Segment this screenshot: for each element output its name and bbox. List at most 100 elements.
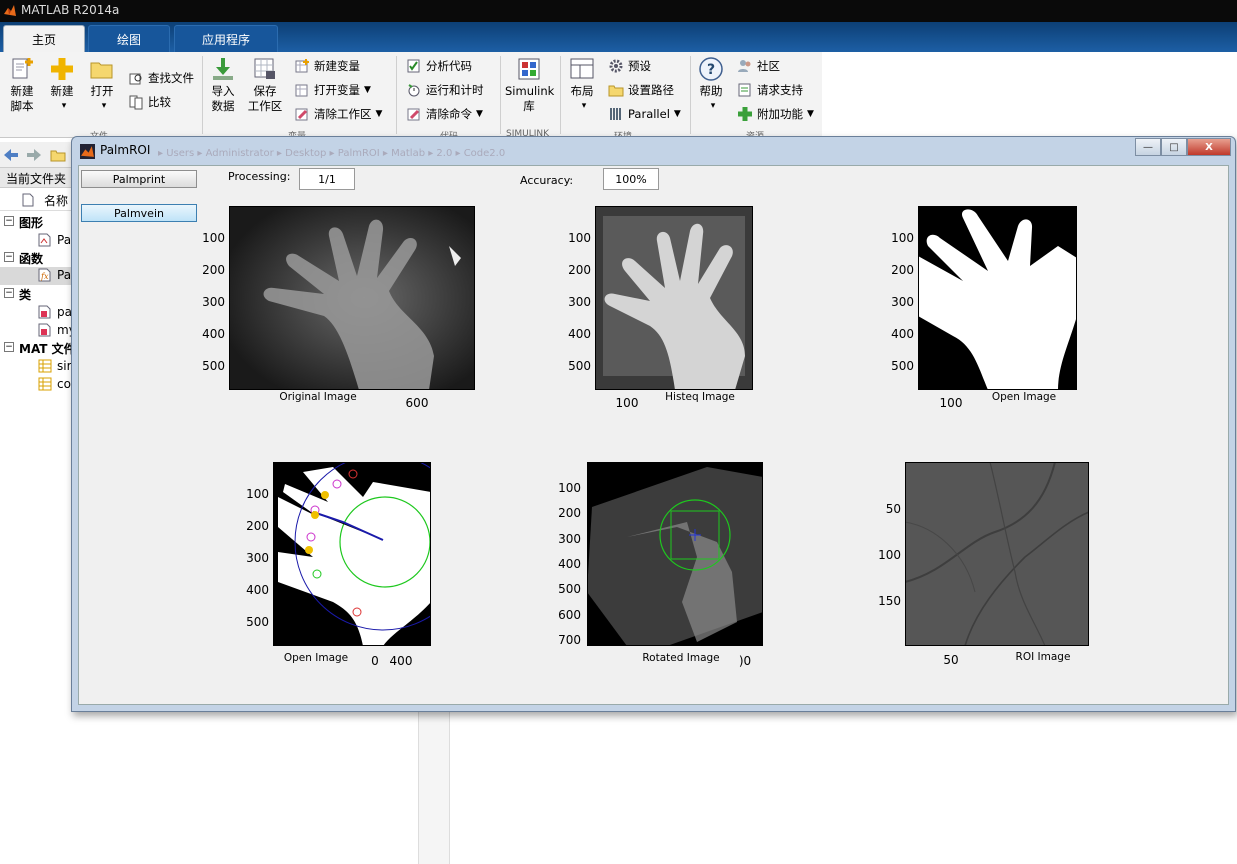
- maximize-button[interactable]: □: [1161, 138, 1187, 156]
- y-tick: 200: [568, 263, 591, 277]
- function-file-icon: fx: [38, 268, 51, 282]
- y-tick: 500: [891, 359, 914, 373]
- new-script-button[interactable]: 新建 脚本: [6, 56, 38, 114]
- collapse-icon[interactable]: −: [4, 252, 14, 262]
- analyze-code-button[interactable]: 分析代码: [406, 56, 472, 76]
- parallel-icon: [610, 108, 621, 120]
- y-tick: 400: [558, 557, 581, 571]
- simulink-library-button[interactable]: Simulink 库: [505, 56, 554, 114]
- new-variable-button[interactable]: 新建变量: [294, 56, 360, 76]
- import-data-button[interactable]: 导入 数据: [208, 56, 238, 114]
- address-bar: [0, 142, 72, 168]
- collapse-icon[interactable]: −: [4, 216, 14, 226]
- palmprint-button[interactable]: Palmprint: [81, 170, 197, 188]
- y-tick: 500: [568, 359, 591, 373]
- find-files-button[interactable]: 查找文件: [128, 68, 194, 88]
- clear-commands-icon: [407, 108, 420, 121]
- import-data-icon: [213, 58, 233, 80]
- layout-button[interactable]: 布局 ▾: [568, 56, 596, 114]
- minimize-button[interactable]: —: [1135, 138, 1161, 156]
- compare-button[interactable]: 比较: [128, 92, 171, 112]
- community-button[interactable]: 社区: [737, 56, 780, 76]
- preferences-button[interactable]: 预设: [608, 56, 651, 76]
- open-image-axes[interactable]: [918, 206, 1077, 390]
- y-tick: 300: [246, 551, 269, 565]
- run-and-time-button[interactable]: 运行和计时: [406, 80, 484, 100]
- x-tick: 0: [371, 654, 379, 668]
- compare-icon: [129, 95, 143, 110]
- y-tick: 400: [246, 583, 269, 597]
- open-button[interactable]: 打开 ▾: [88, 56, 116, 114]
- open-variable-button[interactable]: 打开变量 ▼: [294, 80, 371, 100]
- new-script-icon: [12, 58, 33, 79]
- class-file-icon: [38, 323, 51, 337]
- mat-file-icon: [38, 359, 52, 373]
- matlab-figure-icon: [80, 144, 95, 159]
- y-tick: 600: [558, 608, 581, 622]
- tree-group-classes[interactable]: − 类: [0, 286, 72, 304]
- tab-plots[interactable]: 绘图: [88, 25, 170, 52]
- figure-title: PalmROI: [100, 143, 151, 157]
- forward-arrow-icon[interactable]: [26, 148, 42, 162]
- y-tick: 100: [878, 548, 901, 562]
- tree-item[interactable]: my: [0, 322, 76, 340]
- close-button[interactable]: X: [1187, 138, 1231, 156]
- matlab-desktop: MATLAB R2014a 主页 绘图 应用程序 新建 脚本 新建 ▾ 打开 ▾ 查…: [0, 0, 1237, 864]
- clear-workspace-icon: [295, 108, 308, 121]
- help-button[interactable]: ? 帮助 ▾: [697, 56, 725, 114]
- y-tick: 100: [202, 231, 225, 245]
- rotated-image-axes[interactable]: [587, 462, 763, 646]
- analyze-code-icon: [407, 59, 420, 73]
- clear-commands-button[interactable]: 清除命令 ▼: [406, 104, 483, 124]
- title-bar: MATLAB R2014a: [0, 0, 1237, 22]
- y-tick: 100: [891, 231, 914, 245]
- parallel-button[interactable]: Parallel ▼: [608, 104, 681, 124]
- panel-splitter[interactable]: [418, 705, 450, 864]
- collapse-icon[interactable]: −: [4, 342, 14, 352]
- roi-image-axes[interactable]: [905, 462, 1089, 646]
- tree-item[interactable]: Pa: [0, 232, 72, 250]
- plot-title: Rotated Image: [642, 652, 720, 664]
- tree-group-mat-files[interactable]: − MAT 文件: [0, 340, 76, 358]
- palmvein-button[interactable]: Palmvein: [81, 204, 197, 222]
- y-tick: 100: [558, 481, 581, 495]
- matlab-logo-icon: [4, 5, 16, 16]
- tree-item[interactable]: fx Pa: [0, 267, 72, 285]
- help-icon: ?: [699, 57, 723, 81]
- histeq-image-axes[interactable]: [595, 206, 753, 390]
- up-folder-icon[interactable]: [50, 148, 66, 162]
- tree-item[interactable]: sir: [0, 358, 72, 376]
- y-tick: 100: [246, 487, 269, 501]
- save-workspace-icon: [254, 58, 275, 79]
- original-image-axes[interactable]: [229, 206, 475, 390]
- open-image-contour-axes[interactable]: [273, 462, 431, 646]
- fig-file-icon: [38, 233, 51, 247]
- figure-canvas: Palmprint Palmvein Processing: 1/1 Accur…: [78, 165, 1229, 705]
- tree-item[interactable]: co: [0, 376, 72, 394]
- tab-home[interactable]: 主页: [3, 25, 85, 52]
- save-workspace-button[interactable]: 保存 工作区: [246, 56, 284, 114]
- set-path-button[interactable]: 设置路径: [608, 80, 674, 100]
- collapse-icon[interactable]: −: [4, 288, 14, 298]
- window-title: MATLAB R2014a: [21, 3, 120, 17]
- request-support-button[interactable]: 请求支持: [737, 80, 803, 100]
- run-and-time-icon: [408, 84, 420, 97]
- column-header[interactable]: 名称: [0, 189, 72, 211]
- addons-button[interactable]: 附加功能 ▼: [737, 104, 814, 124]
- svg-text:?: ?: [707, 62, 715, 78]
- mat-file-icon: [38, 377, 52, 391]
- y-tick: 300: [891, 295, 914, 309]
- tree-group-figures[interactable]: − 图形: [0, 214, 72, 232]
- tree-item[interactable]: pa: [0, 304, 72, 322]
- simulink-library-icon: [518, 58, 540, 80]
- x-tick: 100: [615, 396, 639, 410]
- clear-workspace-button[interactable]: 清除工作区 ▼: [294, 104, 382, 124]
- new-button[interactable]: 新建 ▾: [48, 56, 76, 114]
- back-arrow-icon[interactable]: [3, 148, 19, 162]
- breadcrumb[interactable]: ▸ Users ▸ Administrator ▸ Desktop ▸ Palm…: [158, 148, 505, 159]
- open-variable-icon: [295, 84, 308, 97]
- x-tick: 50: [943, 653, 959, 667]
- processing-label: Processing:: [228, 170, 291, 183]
- tree-group-functions[interactable]: − 函数: [0, 250, 72, 268]
- tab-apps[interactable]: 应用程序: [174, 25, 278, 52]
